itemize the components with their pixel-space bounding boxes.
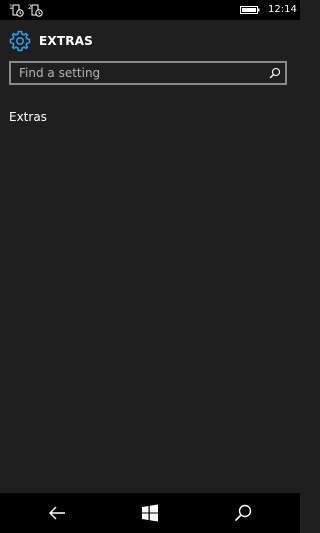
navigation-bar [0, 493, 300, 533]
setting-item-extras[interactable]: Extras [9, 110, 47, 124]
gear-icon [9, 30, 31, 52]
search-box[interactable] [9, 61, 287, 85]
page-header: EXTRAS [0, 28, 300, 54]
search-icon[interactable] [233, 503, 253, 523]
battery-icon [240, 6, 260, 14]
status-time: 12:14 [268, 4, 297, 15]
search-icon[interactable] [269, 67, 281, 79]
sim1-label: 1 [9, 4, 13, 11]
sim2-signal-icon: 2 [28, 4, 43, 17]
status-bar: 1 2 12:14 [0, 0, 300, 20]
windows-icon[interactable] [140, 503, 160, 523]
page-title: EXTRAS [39, 34, 94, 48]
search-input[interactable] [11, 63, 266, 83]
back-icon[interactable] [47, 503, 67, 523]
sim1-signal-icon: 1 [9, 4, 24, 17]
sim2-label: 2 [28, 4, 32, 11]
setting-item-label: Extras [9, 110, 47, 124]
